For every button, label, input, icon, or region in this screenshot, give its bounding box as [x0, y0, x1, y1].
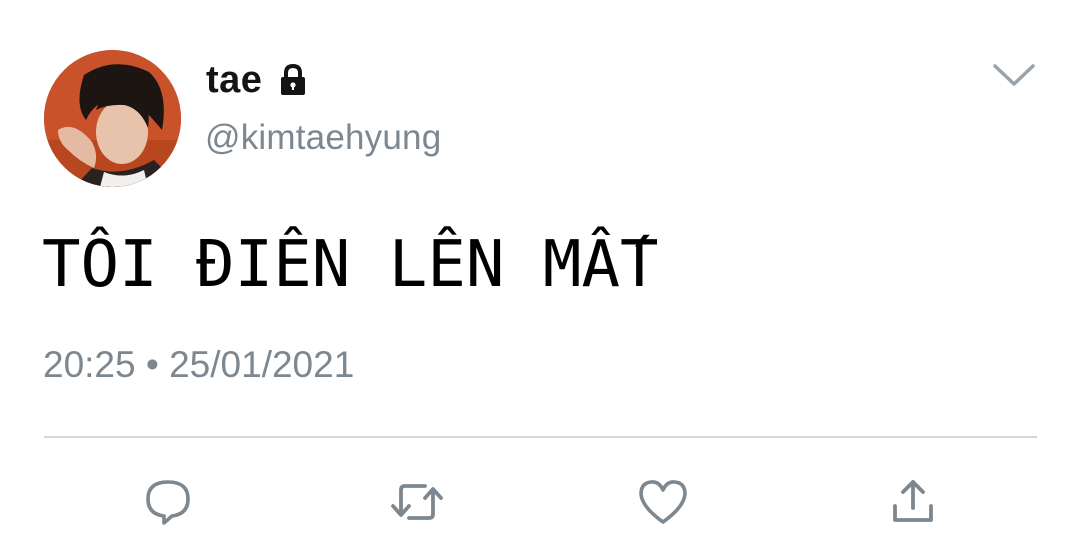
display-name[interactable]: tae — [206, 59, 262, 102]
heart-icon — [639, 480, 687, 524]
user-handle[interactable]: @kimtaehyung — [205, 118, 441, 158]
tweet-text: TÔI ĐIÊN LÊN MẤT — [42, 228, 659, 302]
reply-button[interactable] — [140, 474, 196, 530]
display-name-row: tae — [206, 58, 310, 102]
divider — [44, 436, 1037, 438]
avatar-image — [44, 50, 181, 187]
share-arrow-icon — [893, 480, 933, 522]
tweet-timestamp[interactable]: 20:25 • 25/01/2021 — [43, 344, 354, 386]
chevron-down-icon[interactable] — [990, 58, 1038, 90]
avatar[interactable] — [44, 50, 181, 187]
like-button[interactable] — [635, 474, 691, 530]
share-button[interactable] — [885, 474, 941, 530]
speech-bubble-icon — [146, 480, 190, 525]
retweet-button[interactable] — [389, 474, 445, 530]
retweet-arrows-icon — [391, 484, 443, 520]
lock-icon — [276, 63, 310, 97]
